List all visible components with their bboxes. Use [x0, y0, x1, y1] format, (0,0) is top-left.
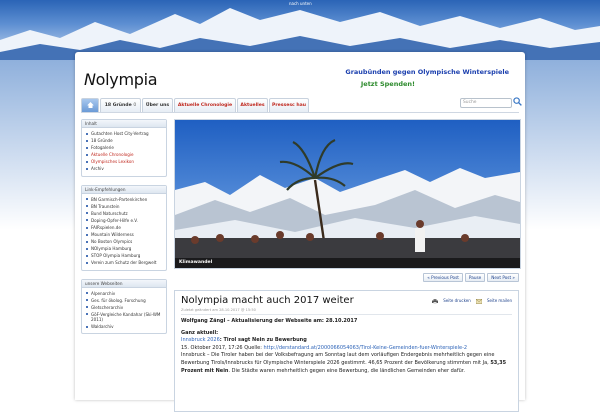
sidebar-link[interactable]: No Boston Olympics [85, 238, 163, 245]
post-tools: Seite drucken Seite mailen [428, 298, 512, 304]
sidebar-link[interactable]: 18 Gründe [85, 137, 163, 144]
page-container: Nolympia Graubünden gegen Olympische Win… [75, 52, 525, 412]
post-heading: Wolfgang Zängl – Aktualisierung der Webs… [181, 318, 358, 324]
tab-pressesc-hau[interactable]: Pressesc hau [269, 98, 309, 112]
news-title: : Tirol sagt Nein zu Bewerbung [219, 337, 307, 344]
home-icon [86, 102, 94, 108]
search-input[interactable]: Suche [460, 98, 512, 108]
post-title[interactable]: Nolympia macht auch 2017 weiter [181, 295, 354, 306]
innsbruck-link[interactable]: Innsbruck 2026 [181, 337, 220, 343]
tab-aktuelle-chronologie[interactable]: Aktuelle Chronologie [174, 98, 236, 112]
sidebar-box-inhalt: Inhalt Gutachten Host City-Vertrag 18 Gr… [81, 119, 167, 177]
sidebar-link[interactable]: Mountain Wilderness [85, 231, 163, 238]
hero-slideshow[interactable]: Klimawandel [174, 119, 521, 269]
search-icon[interactable] [513, 97, 522, 106]
tab-ueber-uns[interactable]: Über uns [142, 98, 173, 112]
sidebar-link[interactable]: STOP Olympia Hamburg [85, 252, 163, 259]
pause-button[interactable]: Pause [464, 273, 486, 282]
nach-unten-link[interactable]: nach unten [289, 1, 312, 6]
sidebar-box-title: Inhalt [82, 120, 166, 128]
cta-campaign-link[interactable]: Graubünden gegen Olympische Winterspiele [345, 68, 509, 76]
sidebar-link[interactable]: Ges. für ökolog. Forschung [85, 297, 163, 304]
sidebar-link[interactable]: Archiv [85, 165, 163, 172]
sidebar-link[interactable]: Gutachten Host City-Vertrag [85, 130, 163, 137]
sidebar-box-links: Link-Empfehlungen BN Garmisch-Partenkirc… [81, 184, 167, 271]
sidebar-link[interactable]: Doping-Opfer-Hilfe e.V. [85, 217, 163, 224]
previous-post-button[interactable]: « Previous Post [423, 273, 463, 282]
hero-image [175, 120, 520, 268]
tab-aktuelles[interactable]: Aktuelles [237, 98, 268, 112]
sidebar-link[interactable]: Alpenarchiv [85, 290, 163, 297]
source-url-link[interactable]: http://derstandard.at/2000066054063/Tiro… [264, 345, 468, 351]
slideshow-pager: « Previous Post Pause Next Post » [421, 273, 519, 282]
mail-page-link[interactable]: Seite mailen [476, 298, 512, 304]
post-article: Nolympia macht auch 2017 weiter Zuletzt … [174, 290, 519, 412]
post-body: Wolfgang Zängl – Aktualisierung der Webs… [181, 318, 511, 375]
sidebar-link[interactable]: Fotogalerie [85, 144, 163, 151]
cta-donate-link[interactable]: Jetzt Spenden! [361, 80, 415, 88]
sidebar-link[interactable]: NOlympia Hamburg [85, 245, 163, 252]
print-page-link[interactable]: Seite drucken [432, 298, 472, 304]
sidebar-link[interactable]: GöF-Vergleiche Kandahar (Ski-WM 2011) [85, 311, 163, 324]
sidebar: Inhalt Gutachten Host City-Vertrag 18 Gr… [81, 119, 167, 342]
main-content: Klimawandel « Previous Post Pause Next Pos… [174, 119, 521, 412]
sidebar-link[interactable]: BN Traunstein [85, 203, 163, 210]
date-source: 15. Oktober 2017, 17:26 Quelle: [181, 344, 264, 351]
sidebar-link[interactable]: Waldarchiv [85, 323, 163, 330]
next-post-button[interactable]: Next Post » [487, 273, 519, 282]
mail-icon [476, 298, 483, 304]
body-text-2: . Die Städte waren mehrheitlich gegen ei… [228, 367, 465, 374]
sidebar-box-webseiten: unsere Webseiten Alpenarchiv Ges. für ök… [81, 278, 167, 335]
sidebar-link[interactable]: Gletscherarchiv [85, 304, 163, 311]
tab-badge: 0 [133, 103, 137, 108]
sidebar-link[interactable]: Verein zum Schutz der Bergwelt [85, 259, 163, 266]
post-meta: Zuletzt geändert am 28.10.2017 @ 15:50 [181, 308, 256, 312]
sidebar-link[interactable]: Olympisches Lexikon [85, 158, 163, 165]
tab-home[interactable] [81, 98, 99, 112]
sidebar-link[interactable]: Aktuelle Chronologie [85, 151, 163, 158]
sidebar-link[interactable]: BN Garmisch-Partenkirchen [85, 196, 163, 203]
sidebar-box-title: unsere Webseiten [82, 279, 166, 288]
body-text-1: Innsbruck – Die Tiroler haben bei der Vo… [181, 352, 495, 366]
sidebar-link[interactable]: Bund Naturschutz [85, 210, 163, 217]
ganz-aktuell-label: Ganz aktuell: [181, 329, 219, 336]
hero-caption: Klimawandel [175, 258, 520, 268]
sidebar-box-title: Link-Empfehlungen [82, 185, 166, 194]
post-divider [181, 314, 512, 315]
site-logo[interactable]: Nolympia [84, 70, 158, 89]
printer-icon [432, 298, 439, 304]
sidebar-link[interactable]: FAIRspielen.de [85, 224, 163, 231]
tab-18-gruende[interactable]: 18 Gründe 0 [100, 98, 141, 112]
main-nav: 18 Gründe 0 Über uns Aktuelle Chronologi… [81, 98, 519, 113]
